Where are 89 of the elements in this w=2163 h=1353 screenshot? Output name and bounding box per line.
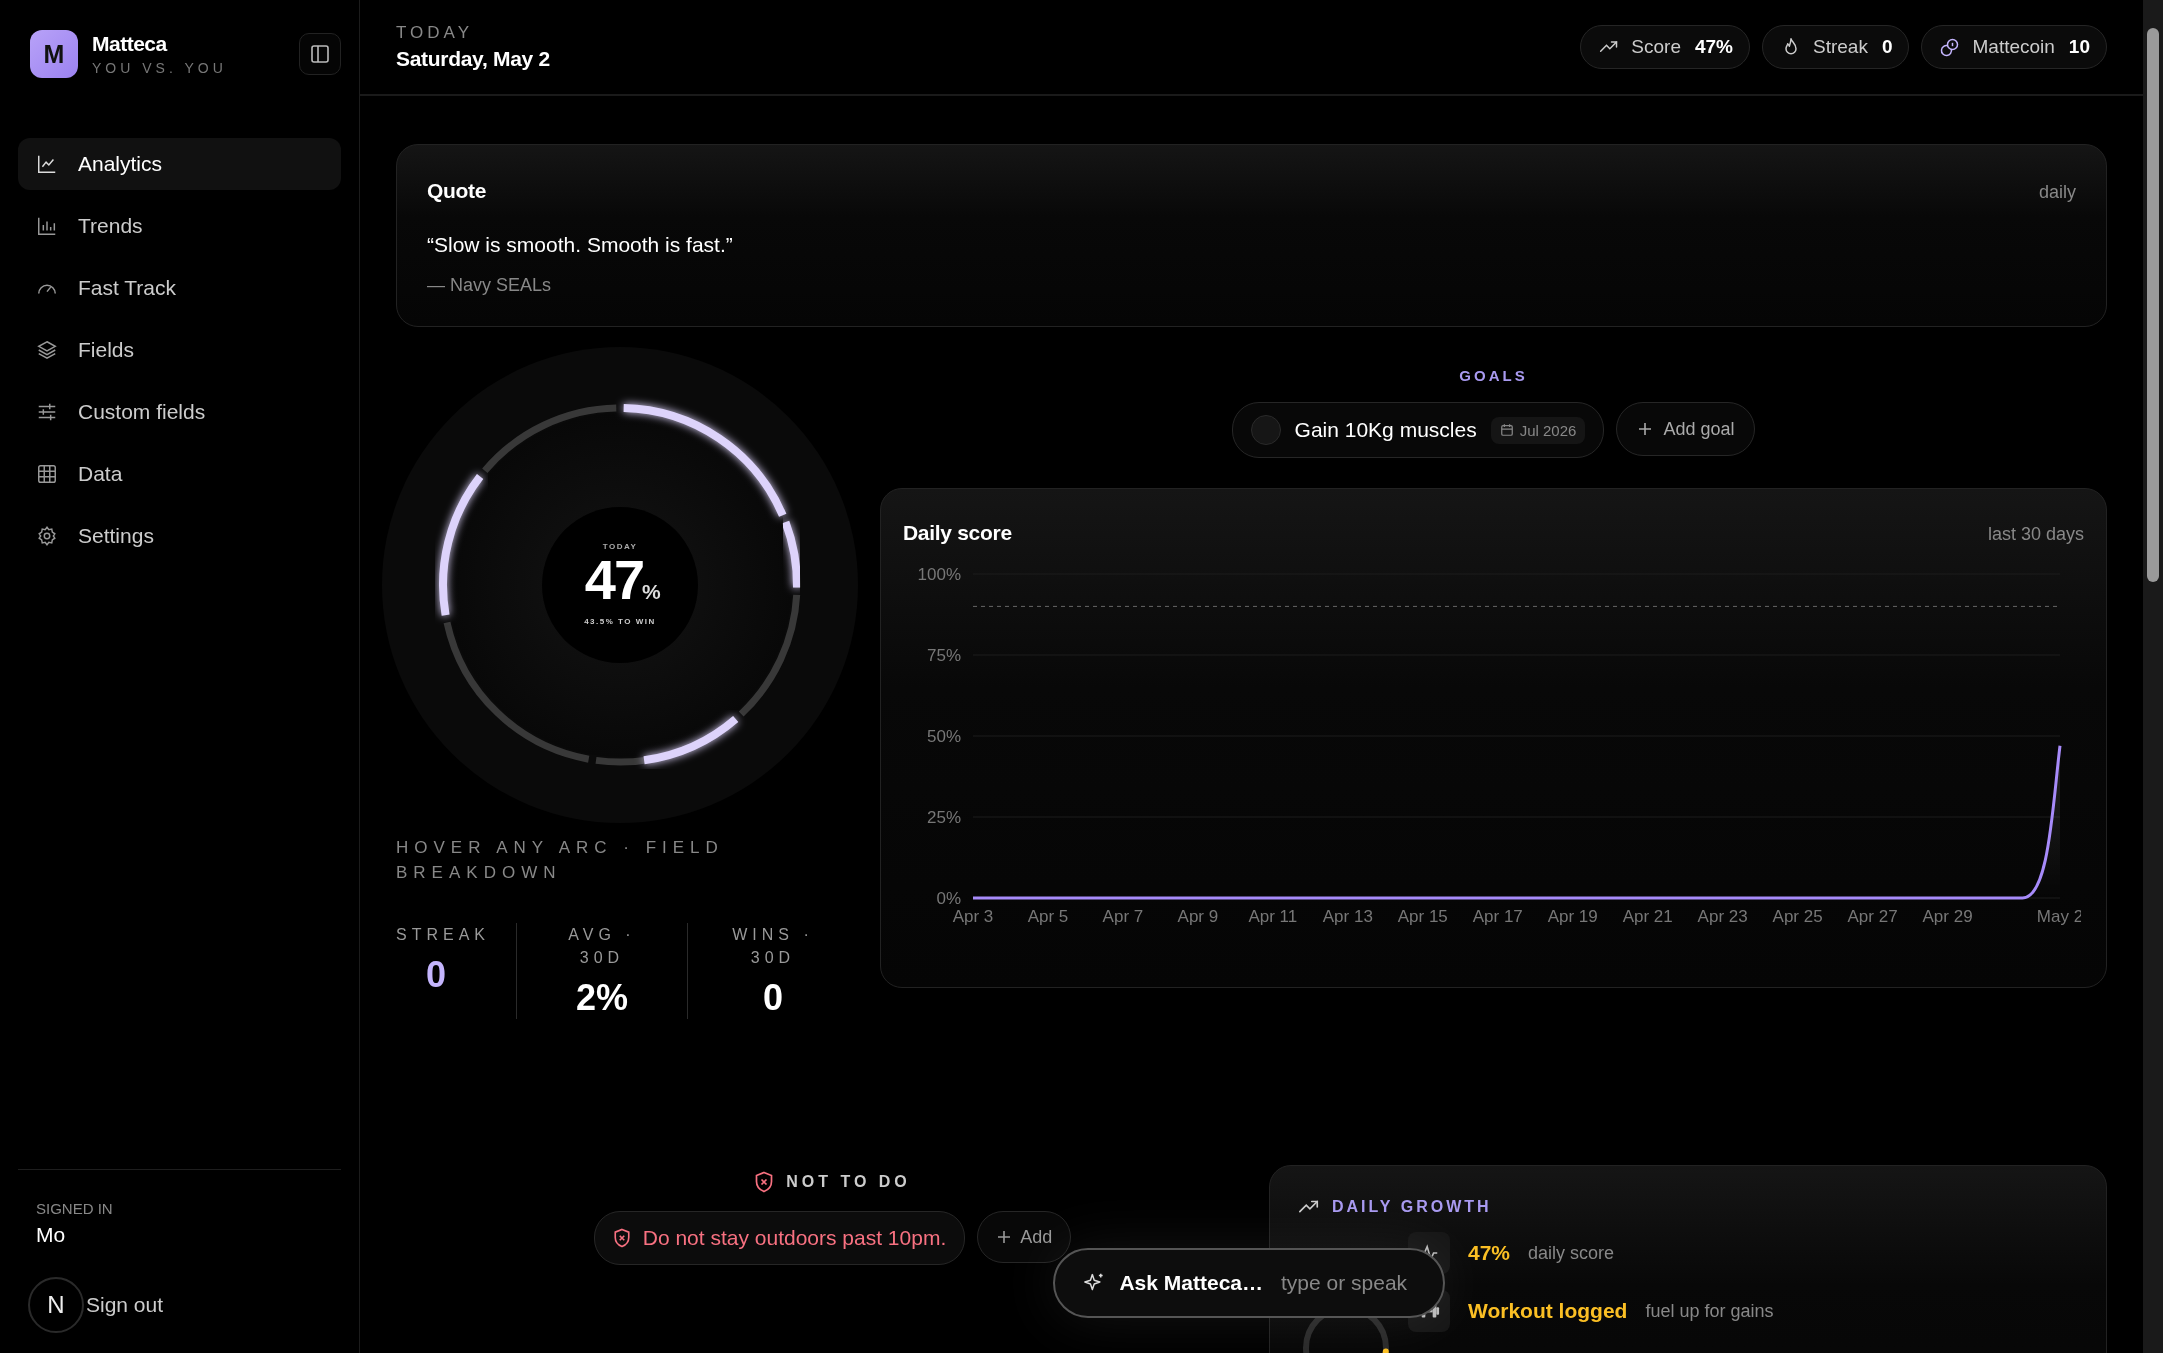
shield-x-icon [754, 1171, 775, 1193]
chart-range: last 30 days [1987, 524, 2084, 545]
growth-note: fuel up for gains [1645, 1300, 1774, 1322]
current-date: Saturday, May 2 [396, 47, 550, 71]
ask-bar[interactable]: Ask Matteca… type or speak [1053, 1248, 1445, 1318]
scrollbar-thumb[interactable] [2147, 28, 2159, 582]
x-tick-label: Apr 21 [1622, 907, 1673, 926]
card-title: Quote [427, 179, 487, 203]
settings-icon [36, 525, 58, 547]
nav-item[interactable]: Fast Track [18, 262, 341, 314]
gauge-unit: % [642, 580, 661, 603]
x-tick-label: Apr 17 [1472, 907, 1523, 926]
due-date: Jul 2026 [1519, 421, 1577, 439]
x-tick-label: Apr 29 [1922, 907, 1973, 926]
y-tick-label: 25% [926, 808, 961, 827]
y-tick-label: 75% [926, 646, 961, 665]
y-tick-label: 50% [926, 727, 961, 746]
bar-chart-icon [36, 215, 58, 237]
calendar-icon [1499, 423, 1514, 437]
nav-item[interactable]: Trends [18, 200, 341, 252]
x-tick-label: Apr 7 [1102, 907, 1144, 926]
x-tick-label: Apr 13 [1322, 907, 1373, 926]
y-tick-label: 100% [917, 565, 961, 584]
stat-label: STREAK [396, 925, 490, 945]
dev-badge[interactable]: N [28, 1277, 84, 1333]
layers-icon [36, 339, 58, 361]
x-tick-label: Apr 5 [1027, 907, 1069, 926]
user-name: Mo [36, 1223, 67, 1247]
gauge-caption: 43.5% TO WIN [584, 617, 656, 626]
growth-heading: DAILY GROWTH [1332, 1198, 1492, 1216]
nav-item[interactable]: Data [18, 448, 341, 500]
sliders-icon [36, 401, 58, 423]
nav-item[interactable]: Settings [18, 510, 341, 562]
y-tick-label: 0% [936, 889, 961, 908]
stat-pill[interactable]: Score 47% [1580, 25, 1750, 69]
x-tick-label: Apr 3 [952, 907, 994, 926]
not-to-do-pill[interactable]: Do not stay outdoors past 10pm. [593, 1211, 966, 1265]
stat-value: 0 [763, 977, 783, 1019]
gauge-value: 47 [584, 548, 644, 611]
growth-value: 47% [1468, 1241, 1511, 1265]
panel-icon [310, 44, 330, 64]
gauge-eyebrow: TODAY [602, 542, 638, 551]
add-goal-button[interactable]: Add goal [1616, 402, 1756, 456]
app-name: Matteca [92, 32, 169, 56]
card-title: Daily score [903, 521, 1012, 545]
signed-in-label: SIGNED IN [36, 1200, 114, 1217]
plus-icon [1637, 421, 1654, 437]
card-period: daily [2038, 182, 2076, 203]
scrollbar[interactable] [2143, 0, 2163, 1353]
goal-label: Gain 10Kg muscles [1294, 418, 1477, 442]
stat-pill[interactable]: Streak 0 [1762, 25, 1910, 69]
x-tick-label: Apr 19 [1547, 907, 1598, 926]
growth-value: Workout logged [1468, 1299, 1628, 1323]
date-eyebrow: TODAY [396, 23, 474, 43]
x-tick-label: Apr 9 [1177, 907, 1219, 926]
growth-note: daily score [1528, 1242, 1615, 1264]
table-icon [36, 463, 58, 485]
plus-icon [996, 1229, 1013, 1245]
stat-label: WINS · 30D [731, 925, 815, 968]
not-to-do-text: Do not stay outdoors past 10pm. [642, 1226, 947, 1250]
sidebar-toggle-button[interactable] [299, 33, 341, 75]
nav-item[interactable]: Custom fields [18, 386, 341, 438]
app-logo: M [30, 30, 78, 78]
goals-heading: GOALS [1459, 367, 1528, 384]
not-to-do-heading: NOT TO DO [786, 1173, 911, 1191]
ask-label: Ask Matteca… [1119, 1271, 1263, 1295]
goal-pill[interactable]: Gain 10Kg muscles Jul 2026 [1231, 402, 1605, 458]
shield-x-icon [612, 1228, 631, 1248]
quote-author: — Navy SEALs [427, 275, 553, 296]
nav-item[interactable]: Fields [18, 324, 341, 376]
nav-item[interactable]: Analytics [18, 138, 341, 190]
ask-field[interactable]: type or speak [1281, 1271, 1421, 1295]
x-tick-label: Apr 23 [1697, 907, 1748, 926]
hover-hint: HOVER ANY ARC · FIELD BREAKDOWN [396, 837, 725, 884]
stat-label: AVG · 30D [567, 925, 637, 968]
app-tagline: YOU VS. YOU [92, 60, 227, 76]
quote-text: “Slow is smooth. Smooth is fast.” [427, 233, 734, 257]
stat-pill[interactable]: Mattecoin 10 [1921, 25, 2107, 69]
stat-value: 0 [426, 954, 447, 996]
sign-out-link[interactable]: Sign out [84, 1293, 164, 1317]
add-button[interactable]: Add [977, 1211, 1072, 1263]
line-chart-icon [36, 153, 58, 175]
x-tick-label: Apr 15 [1397, 907, 1448, 926]
x-tick-label: Apr 25 [1772, 907, 1823, 926]
x-tick-label: Apr 27 [1847, 907, 1898, 926]
coins-icon [1940, 37, 1961, 57]
x-tick-label: Apr 11 [1248, 907, 1298, 926]
stat-value: 2% [576, 977, 628, 1019]
goal-checkbox[interactable] [1250, 415, 1281, 445]
